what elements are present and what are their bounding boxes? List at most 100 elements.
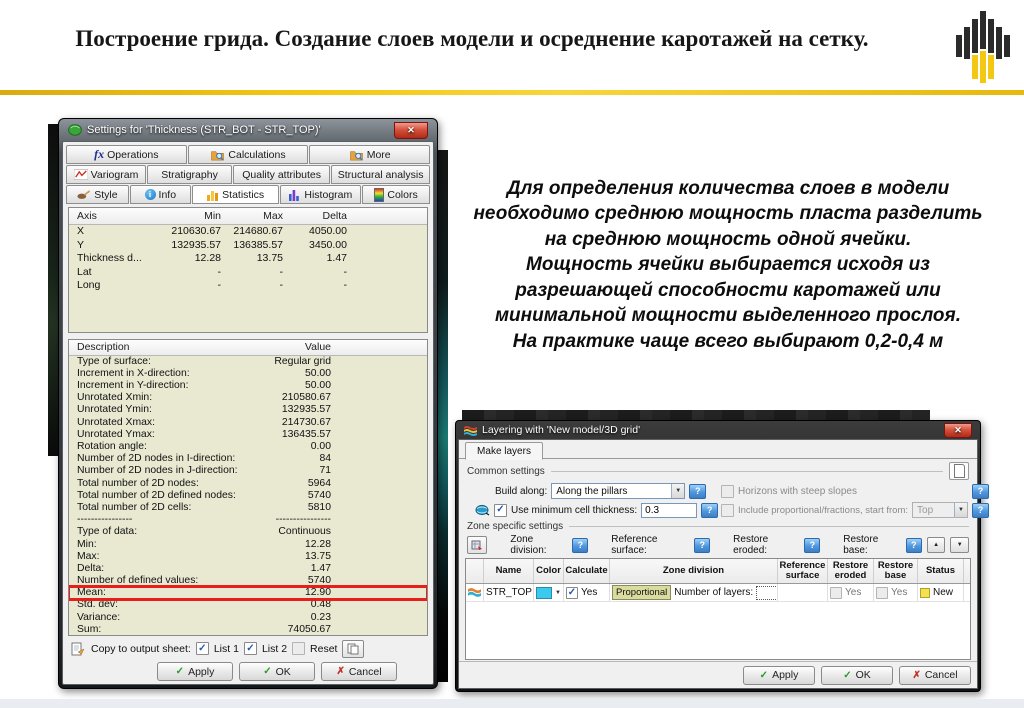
apply-button[interactable]: ✓ Apply bbox=[157, 662, 233, 682]
stat-description: Variance: bbox=[77, 611, 121, 623]
reference-surface-label: Reference surface: bbox=[611, 534, 658, 556]
axis-name: Y bbox=[77, 238, 85, 251]
tab-make-layers[interactable]: Make layers bbox=[465, 442, 543, 460]
stats-row: Max: 13.75 bbox=[69, 551, 427, 563]
stats-row: Unrotated Ymin: 132935.57 bbox=[69, 404, 427, 416]
help-button[interactable]: ? bbox=[572, 537, 589, 553]
help-button[interactable]: ? bbox=[689, 483, 707, 499]
tab-stratigraphy[interactable]: Stratigraphy bbox=[146, 165, 233, 184]
zone-specific-label: Zone specific settings bbox=[467, 521, 564, 532]
stats-row: Mean: 12.90 bbox=[69, 585, 427, 602]
help-button[interactable]: ? bbox=[972, 502, 990, 518]
stat-value: 136435.57 bbox=[281, 428, 331, 440]
apply-button[interactable]: ✓ Apply bbox=[743, 665, 815, 685]
help-button[interactable]: ? bbox=[701, 502, 719, 518]
tab-style[interactable]: Style bbox=[66, 185, 129, 204]
axis-table-row: Y 132935.57 136385.57 3450.00 bbox=[69, 239, 427, 253]
start-from-select[interactable]: Top ▼ bbox=[912, 502, 969, 518]
stat-value: 0.23 bbox=[310, 611, 331, 623]
help-button[interactable]: ? bbox=[804, 537, 821, 553]
calculate-checkbox[interactable]: ✓ bbox=[566, 586, 578, 599]
save-settings-button[interactable] bbox=[949, 462, 969, 480]
stat-description: Number of 2D nodes in J-direction: bbox=[77, 465, 238, 477]
zone-table-row[interactable]: STR_TOP ▼ ✓ Yes Proportional Number of l… bbox=[466, 584, 970, 602]
ok-button[interactable]: ✓ OK bbox=[239, 662, 315, 682]
tab-statistics[interactable]: Statistics bbox=[191, 185, 279, 204]
axis-statistics-panel: Axis Min Max Delta X 210630.67 214680.67… bbox=[68, 207, 428, 333]
ok-button[interactable]: ✓ OK bbox=[821, 665, 893, 685]
collapse-down-button[interactable]: ▼ bbox=[950, 537, 969, 553]
restore-base-checkbox[interactable] bbox=[876, 586, 888, 599]
layers-count-input[interactable] bbox=[756, 585, 777, 600]
stat-description: Unrotated Ymax: bbox=[77, 428, 155, 440]
ok-label: OK bbox=[275, 665, 291, 678]
include-proportional-checkbox[interactable] bbox=[721, 503, 734, 517]
collapse-up-button[interactable]: ▲ bbox=[926, 537, 946, 553]
tab-quality-attributes[interactable]: Quality attributes bbox=[233, 165, 331, 184]
close-icon[interactable]: ✕ bbox=[394, 121, 428, 139]
restore-eroded-checkbox[interactable] bbox=[830, 586, 842, 599]
zone-restore-base-cell[interactable]: Yes bbox=[874, 584, 918, 601]
cancel-button[interactable]: ✗ Cancel bbox=[321, 662, 397, 682]
tab-more[interactable]: More bbox=[309, 145, 431, 164]
cancel-button[interactable]: ✗ Cancel bbox=[899, 665, 971, 685]
tab-label: More bbox=[366, 148, 391, 161]
restore-eroded-value: Yes bbox=[845, 587, 862, 598]
copy-sheet-icon bbox=[71, 642, 85, 656]
tab-variogram[interactable]: Variogram bbox=[66, 165, 146, 184]
tab-histogram[interactable]: Histogram bbox=[279, 185, 362, 204]
copy-button[interactable] bbox=[342, 639, 365, 658]
check-icon: ✓ bbox=[175, 666, 185, 678]
chevron-down-icon: ▼ bbox=[555, 589, 561, 596]
stat-description: Std. dev: bbox=[77, 599, 119, 611]
tab-calculations[interactable]: Calculations bbox=[187, 145, 309, 164]
list1-checkbox[interactable]: ✓ bbox=[195, 642, 209, 656]
zone-settings-button[interactable] bbox=[467, 536, 488, 554]
layering-dialog-titlebar[interactable]: Layering with 'New model/3D grid' ✕ bbox=[458, 421, 978, 439]
proportional-chip[interactable]: Proportional bbox=[612, 585, 672, 600]
stat-value: 50.00 bbox=[304, 367, 331, 379]
settings-dialog-buttons: ✓ Apply ✓ OK ✗ Cancel bbox=[63, 659, 433, 684]
zone-restore-eroded-cell[interactable]: Yes bbox=[828, 584, 874, 601]
tab-colors[interactable]: Colors bbox=[362, 185, 430, 204]
stat-value: 5740 bbox=[307, 575, 331, 587]
help-button[interactable]: ? bbox=[694, 537, 711, 553]
reset-checkbox[interactable] bbox=[292, 642, 306, 656]
help-button[interactable]: ? bbox=[972, 483, 990, 499]
tab-label: Colors bbox=[387, 188, 418, 201]
axis-min: 210630.67 bbox=[171, 225, 221, 237]
zone-color-cell[interactable]: ▼ bbox=[534, 584, 564, 601]
zone-grid-icon bbox=[471, 540, 483, 550]
axis-delta: - bbox=[343, 279, 348, 291]
axis-min: - bbox=[217, 279, 222, 291]
horizons-steep-slopes-checkbox[interactable] bbox=[721, 484, 734, 498]
tab-info[interactable]: i Info bbox=[129, 185, 191, 204]
zone-calculate-cell[interactable]: ✓ Yes bbox=[564, 584, 610, 601]
header-divider bbox=[0, 90, 1024, 95]
min-thickness-input[interactable] bbox=[641, 502, 698, 518]
horizons-steep-slopes-label: Horizons with steep slopes bbox=[738, 485, 857, 497]
tab-operations[interactable]: fx Operations bbox=[66, 145, 187, 164]
list2-checkbox[interactable]: ✓ bbox=[243, 642, 257, 656]
build-along-value: Along the pillars bbox=[556, 485, 628, 497]
histogram-icon bbox=[289, 189, 300, 201]
stats-row: Variance: 0.23 bbox=[69, 612, 427, 624]
help-button[interactable]: ? bbox=[905, 537, 922, 553]
zone-name-cell[interactable]: STR_TOP bbox=[484, 584, 534, 601]
column-header: Status bbox=[918, 559, 964, 583]
axis-table-row: X 210630.67 214680.67 4050.00 bbox=[69, 225, 427, 239]
common-settings-form: Build along: Along the pillars ▼ ? Horiz… bbox=[459, 481, 990, 520]
zone-division-label: Zone division: bbox=[510, 534, 547, 556]
zone-table-header: Name Color Calculate Zone division Refer… bbox=[466, 559, 970, 584]
copy-icon bbox=[347, 643, 359, 655]
stats-row: Number of defined values: 5740 bbox=[69, 575, 427, 587]
build-along-select[interactable]: Along the pillars ▼ bbox=[551, 483, 686, 499]
tab-label: Calculations bbox=[228, 148, 286, 161]
stat-description: Total number of 2D defined nodes: bbox=[77, 489, 236, 501]
close-icon[interactable]: ✕ bbox=[944, 422, 972, 438]
use-min-thickness-checkbox[interactable]: ✓ bbox=[494, 503, 507, 517]
layering-dialog: Layering with 'New model/3D grid' ✕ Make… bbox=[455, 420, 990, 692]
settings-dialog-titlebar[interactable]: Settings for 'Thickness (STR_BOT - STR_T… bbox=[62, 119, 434, 141]
tab-structural-analysis[interactable]: Structural analysis bbox=[331, 165, 430, 184]
stats-row: Type of data: Continuous bbox=[69, 526, 427, 538]
